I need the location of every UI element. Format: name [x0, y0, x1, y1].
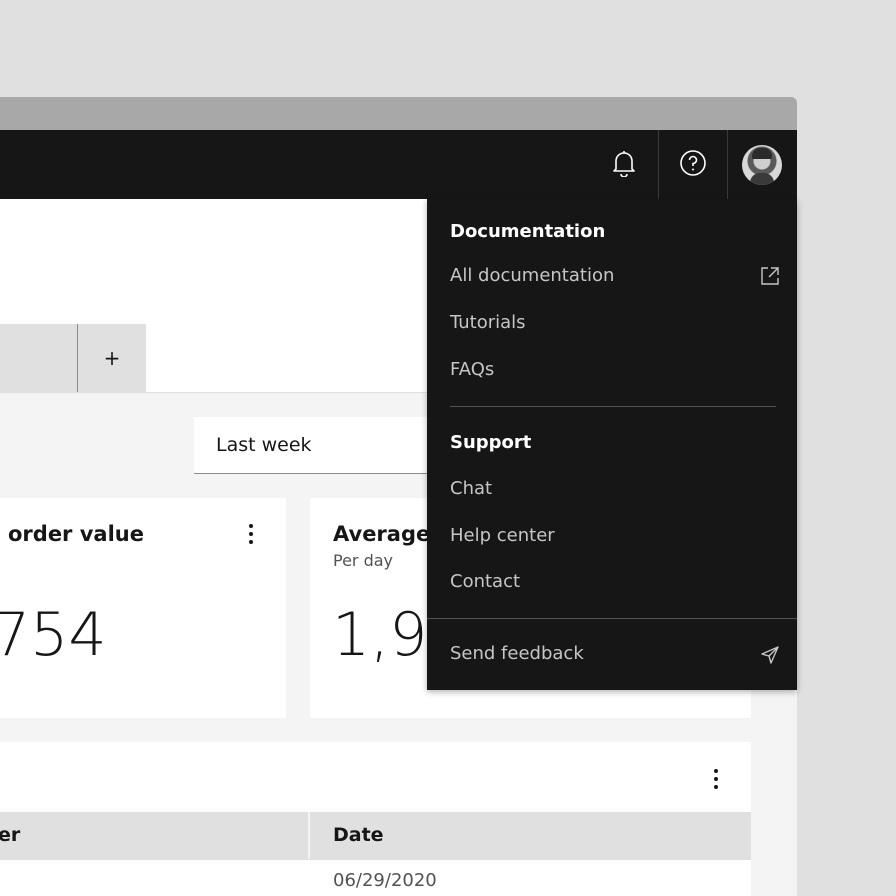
table-cell-date: 06/29/2020	[333, 870, 437, 891]
add-tab-button[interactable]: +	[78, 324, 146, 392]
column-header[interactable]: er	[0, 824, 20, 846]
card-title: order value	[8, 522, 144, 546]
card-subtitle: Per day	[333, 551, 394, 570]
notifications-button[interactable]	[590, 130, 658, 199]
documentation-heading: Documentation	[450, 221, 606, 242]
column-header-date[interactable]: Date	[333, 824, 384, 846]
bell-icon	[611, 149, 637, 181]
send-icon	[760, 645, 780, 669]
menu-item-label: Send feedback	[450, 643, 584, 664]
menu-item-contact[interactable]: Contact	[450, 571, 520, 592]
menu-item-all-documentation[interactable]: All documentation	[450, 265, 780, 291]
date-range-value: Last week	[216, 434, 312, 456]
card-value: 754	[0, 600, 107, 670]
user-avatar-button[interactable]	[727, 130, 797, 199]
menu-item-faqs[interactable]: FAQs	[450, 359, 494, 380]
card-title: Average	[333, 522, 431, 546]
card-value: 1,9	[332, 600, 428, 670]
launch-icon	[760, 266, 780, 290]
column-divider	[308, 812, 310, 859]
menu-divider	[427, 618, 797, 619]
overflow-menu-icon[interactable]	[713, 769, 719, 789]
help-circle-icon	[679, 149, 707, 181]
kpi-card-order-value: order value 754	[0, 498, 286, 718]
menu-divider	[450, 406, 776, 407]
row-divider	[0, 859, 751, 860]
menu-item-tutorials[interactable]: Tutorials	[450, 312, 526, 333]
menu-item-help-center[interactable]: Help center	[450, 525, 555, 546]
help-dropdown-menu: Documentation All documentation Tutorial…	[427, 199, 797, 690]
support-heading: Support	[450, 432, 532, 453]
tab[interactable]	[0, 324, 78, 392]
overflow-menu-icon[interactable]	[248, 524, 254, 544]
help-button[interactable]	[658, 130, 728, 199]
send-feedback-item[interactable]: Send feedback	[450, 643, 780, 669]
menu-item-chat[interactable]: Chat	[450, 478, 492, 499]
window-title-bar	[0, 97, 797, 130]
menu-item-label: All documentation	[450, 265, 615, 286]
avatar	[742, 144, 782, 185]
